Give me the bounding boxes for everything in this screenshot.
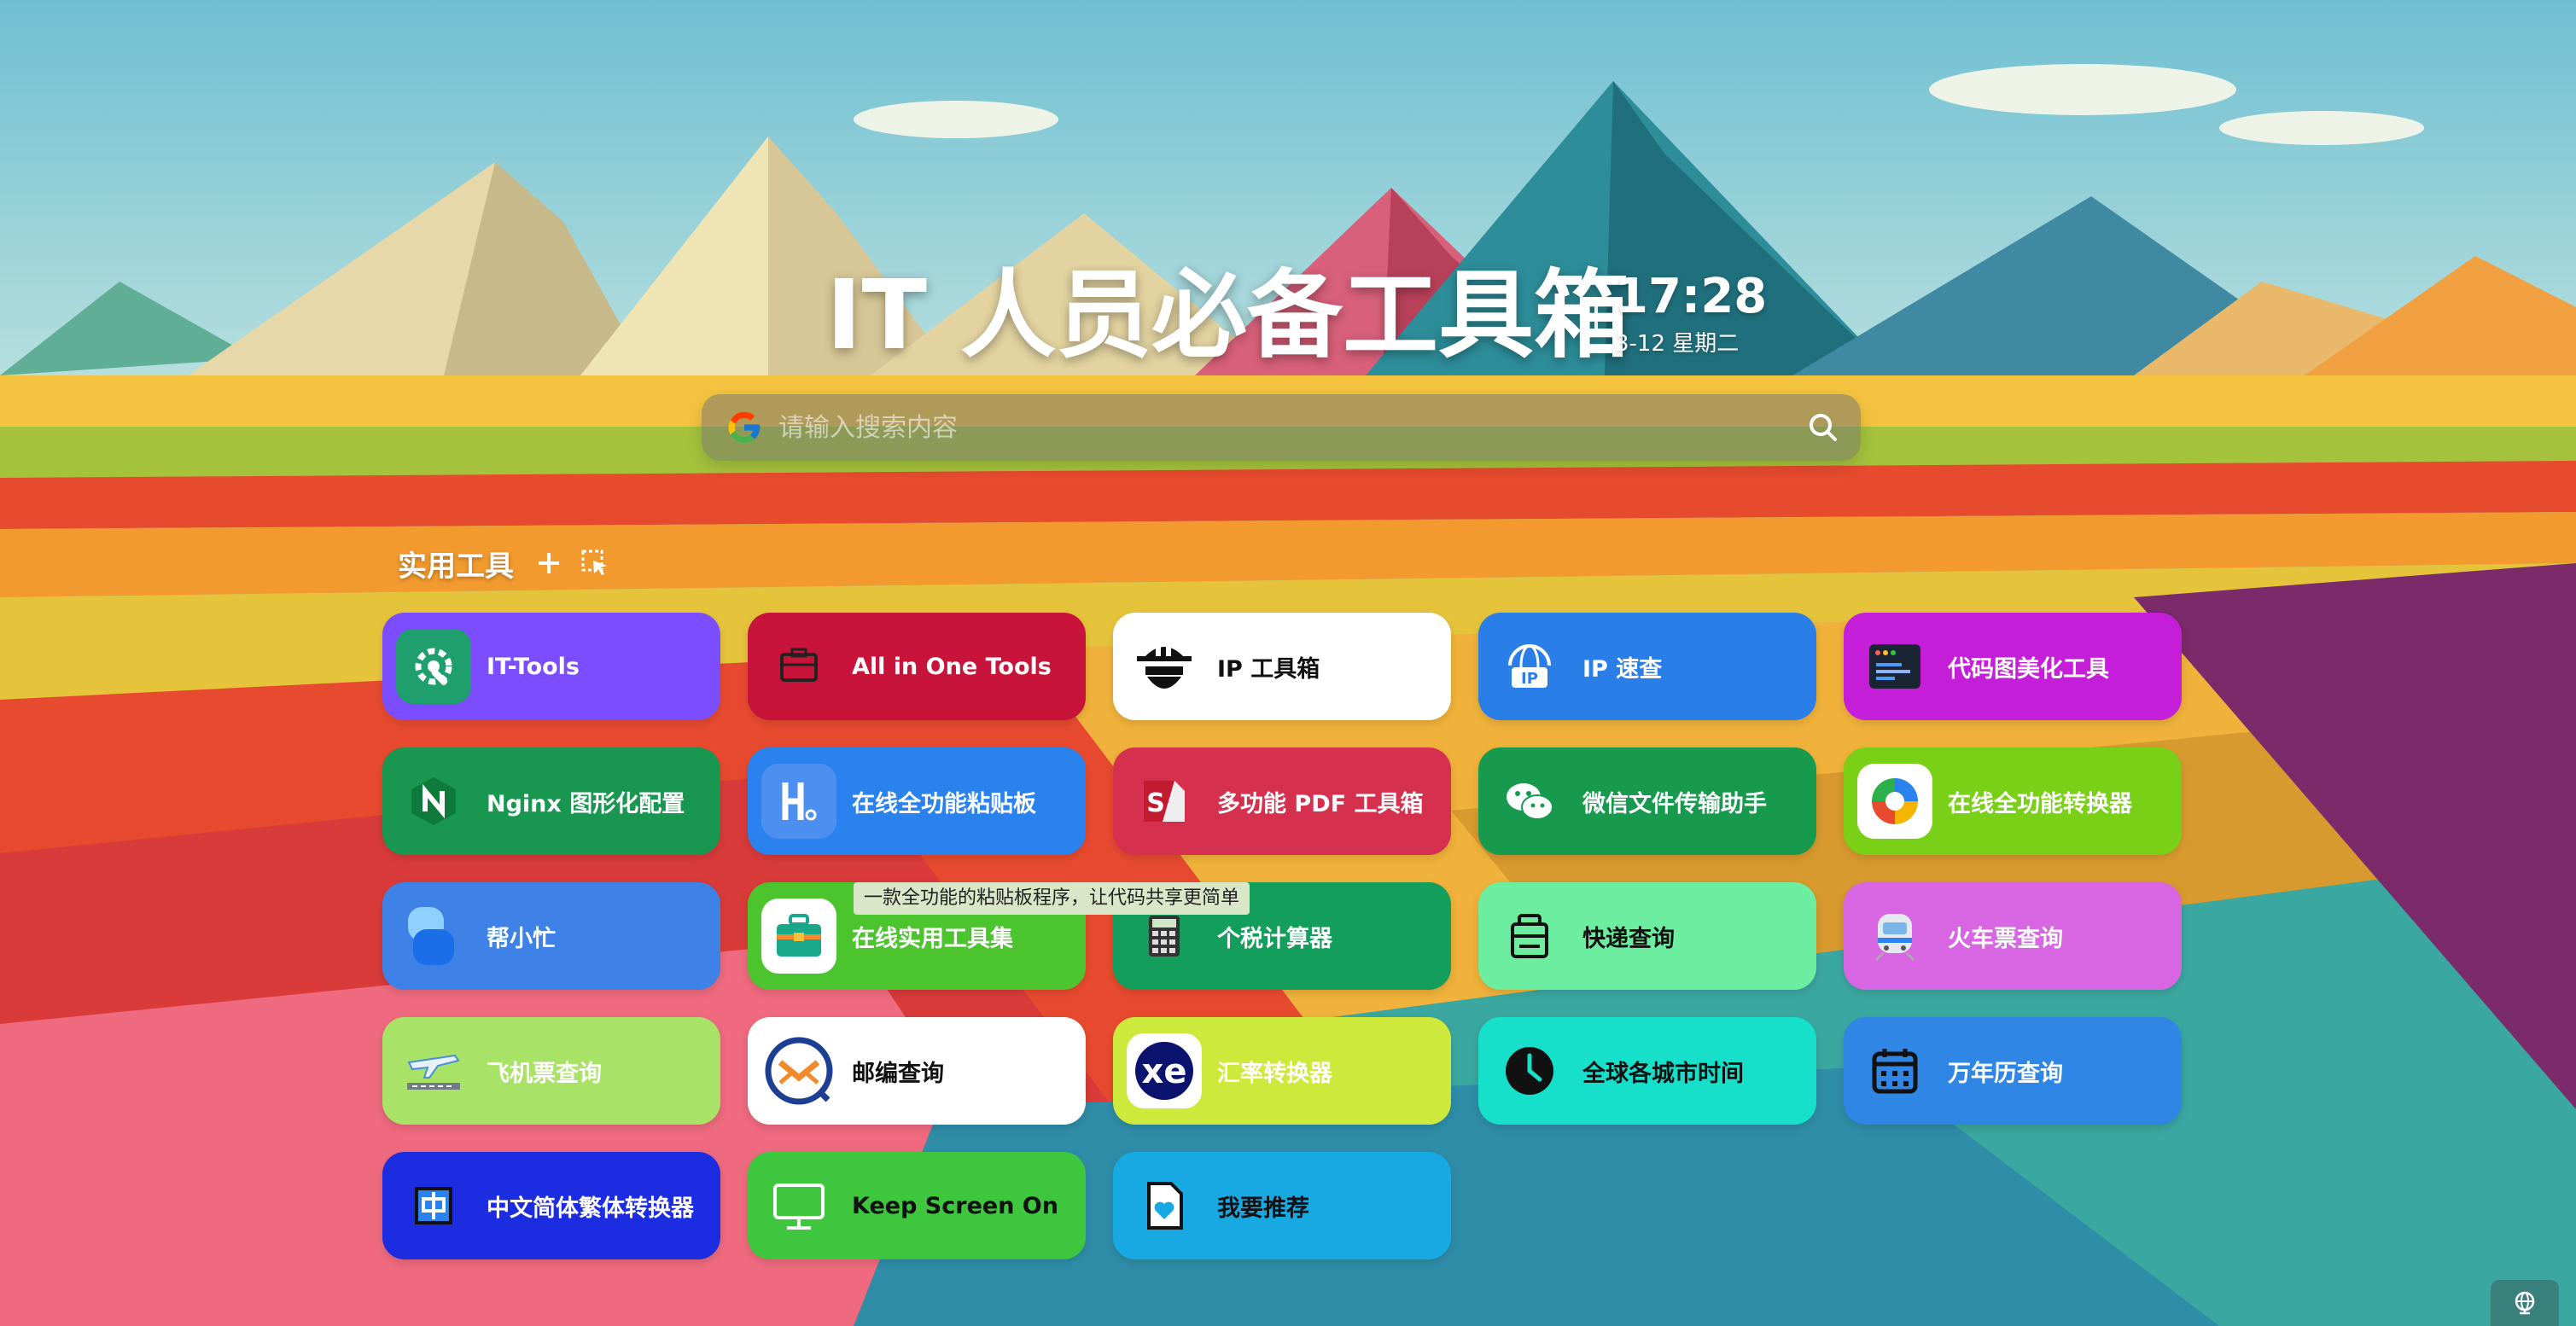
tool-name: 帮小忙 bbox=[487, 925, 556, 952]
tool-name: 汇率转换器 bbox=[1217, 1060, 1332, 1087]
tool-name: 微信文件传输助手 bbox=[1582, 790, 1767, 817]
tool-card-it-tools[interactable]: IT-Tools bbox=[382, 613, 720, 720]
tool-card-ip-lookup[interactable]: IP IP 速查 bbox=[1478, 613, 1816, 720]
tool-card-express-lookup[interactable]: 快递查询 bbox=[1478, 882, 1816, 990]
train-icon bbox=[1857, 899, 1932, 974]
tool-name: 中文简体繁体转换器 bbox=[487, 1195, 694, 1222]
calendar-icon bbox=[1857, 1033, 1932, 1108]
converter-icon bbox=[1857, 764, 1932, 839]
tool-name: 万年历查询 bbox=[1948, 1060, 2063, 1087]
toolbox-icon bbox=[761, 629, 836, 704]
section-title: 实用工具 bbox=[398, 549, 514, 584]
tool-card-currency-converter[interactable]: xe 汇率转换器 bbox=[1113, 1017, 1451, 1125]
svg-text:S: S bbox=[1146, 788, 1165, 818]
clipboard-h-icon bbox=[761, 764, 836, 839]
airplane-icon bbox=[396, 1033, 471, 1108]
tool-card-helper[interactable]: 帮小忙 bbox=[382, 882, 720, 990]
tooltip: 一款全功能的粘贴板程序，让代码共享更简单 bbox=[854, 882, 1250, 915]
tool-card-nginx-config[interactable]: Nginx 图形化配置 bbox=[382, 747, 720, 855]
tool-name: All in One Tools bbox=[852, 653, 1052, 680]
tool-card-postcode-lookup[interactable]: 邮编查询 bbox=[748, 1017, 1086, 1125]
code-window-icon bbox=[1857, 629, 1932, 704]
clock-date: 3-12 星期二 bbox=[1615, 331, 1740, 357]
tool-grid: IT-Tools All in One Tools IP 工具箱 IP IP 速… bbox=[382, 613, 2182, 1259]
tool-name: 火车票查询 bbox=[1948, 925, 2063, 952]
helper-icon bbox=[396, 899, 471, 974]
wechat-icon bbox=[1492, 764, 1567, 839]
tool-name: IT-Tools bbox=[487, 653, 580, 680]
recommend-icon bbox=[1127, 1168, 1202, 1243]
tool-name: 代码图美化工具 bbox=[1948, 655, 2109, 683]
page-title: IT 人员必备工具箱 bbox=[826, 260, 1630, 371]
ip-globe-icon: IP bbox=[1492, 629, 1567, 704]
tool-name: 邮编查询 bbox=[852, 1060, 944, 1087]
tool-card-ip-toolbox[interactable]: IP 工具箱 bbox=[1113, 613, 1451, 720]
search-icon[interactable] bbox=[1806, 410, 1840, 445]
tool-name: 在线实用工具集 bbox=[852, 925, 1013, 952]
tool-card-online-clipboard[interactable]: 在线全功能粘贴板 bbox=[748, 747, 1086, 855]
settings-button[interactable] bbox=[2491, 1280, 2559, 1326]
chinese-char-icon bbox=[396, 1168, 471, 1243]
tool-card-code-beautifier[interactable]: 代码图美化工具 bbox=[1844, 613, 2182, 720]
tool-name: 多功能 PDF 工具箱 bbox=[1217, 790, 1424, 817]
tool-card-online-converter[interactable]: 在线全功能转换器 bbox=[1844, 747, 2182, 855]
globe-icon bbox=[2515, 1291, 2535, 1315]
search-input[interactable] bbox=[777, 411, 1806, 444]
tool-card-flight-tickets[interactable]: 飞机票查询 bbox=[382, 1017, 720, 1125]
search-bar bbox=[702, 394, 1861, 461]
briefcase-icon bbox=[761, 899, 836, 974]
spy-icon bbox=[1127, 629, 1202, 704]
clock-time: 17:28 bbox=[1615, 269, 1768, 324]
google-icon[interactable] bbox=[726, 409, 763, 446]
tool-name: 全球各城市时间 bbox=[1582, 1060, 1744, 1087]
tool-name: Keep Screen On bbox=[852, 1192, 1058, 1219]
tool-name: 快递查询 bbox=[1582, 925, 1675, 952]
tool-card-world-clock[interactable]: 全球各城市时间 bbox=[1478, 1017, 1816, 1125]
svg-text:IP: IP bbox=[1521, 670, 1538, 688]
tool-card-calendar[interactable]: 万年历查询 bbox=[1844, 1017, 2182, 1125]
tool-name: 我要推荐 bbox=[1217, 1195, 1309, 1222]
pdf-icon: S bbox=[1127, 764, 1202, 839]
tool-name: 飞机票查询 bbox=[487, 1060, 602, 1087]
tool-card-train-tickets[interactable]: 火车票查询 bbox=[1844, 882, 2182, 990]
select-icon[interactable] bbox=[580, 549, 609, 578]
tool-card-wechat-transfer[interactable]: 微信文件传输助手 bbox=[1478, 747, 1816, 855]
tool-card-chinese-converter[interactable]: 中文简体繁体转换器 bbox=[382, 1152, 720, 1259]
clock-icon bbox=[1492, 1033, 1567, 1108]
tool-card-all-in-one-tools[interactable]: All in One Tools bbox=[748, 613, 1086, 720]
monitor-icon bbox=[761, 1168, 836, 1243]
tool-name: 在线全功能粘贴板 bbox=[852, 790, 1036, 817]
tool-name: 个税计算器 bbox=[1217, 925, 1332, 952]
title-divider bbox=[1594, 297, 1598, 334]
postcode-icon bbox=[761, 1033, 836, 1108]
xe-icon: xe bbox=[1127, 1033, 1202, 1108]
section-header: 实用工具 bbox=[398, 539, 609, 587]
tool-card-pdf-toolbox[interactable]: S 多功能 PDF 工具箱 bbox=[1113, 747, 1451, 855]
add-icon[interactable] bbox=[536, 550, 562, 576]
nginx-icon bbox=[396, 764, 471, 839]
tool-name: 在线全功能转换器 bbox=[1948, 790, 2132, 817]
tool-name: IP 速查 bbox=[1582, 655, 1663, 683]
tool-name: IP 工具箱 bbox=[1217, 655, 1320, 683]
gear-wrench-icon bbox=[396, 629, 471, 704]
svg-text:xe: xe bbox=[1142, 1052, 1187, 1091]
tool-card-keep-screen-on[interactable]: Keep Screen On bbox=[748, 1152, 1086, 1259]
tool-card-recommend[interactable]: 我要推荐 bbox=[1113, 1152, 1451, 1259]
package-icon bbox=[1492, 899, 1567, 974]
tool-name: Nginx 图形化配置 bbox=[487, 790, 685, 817]
